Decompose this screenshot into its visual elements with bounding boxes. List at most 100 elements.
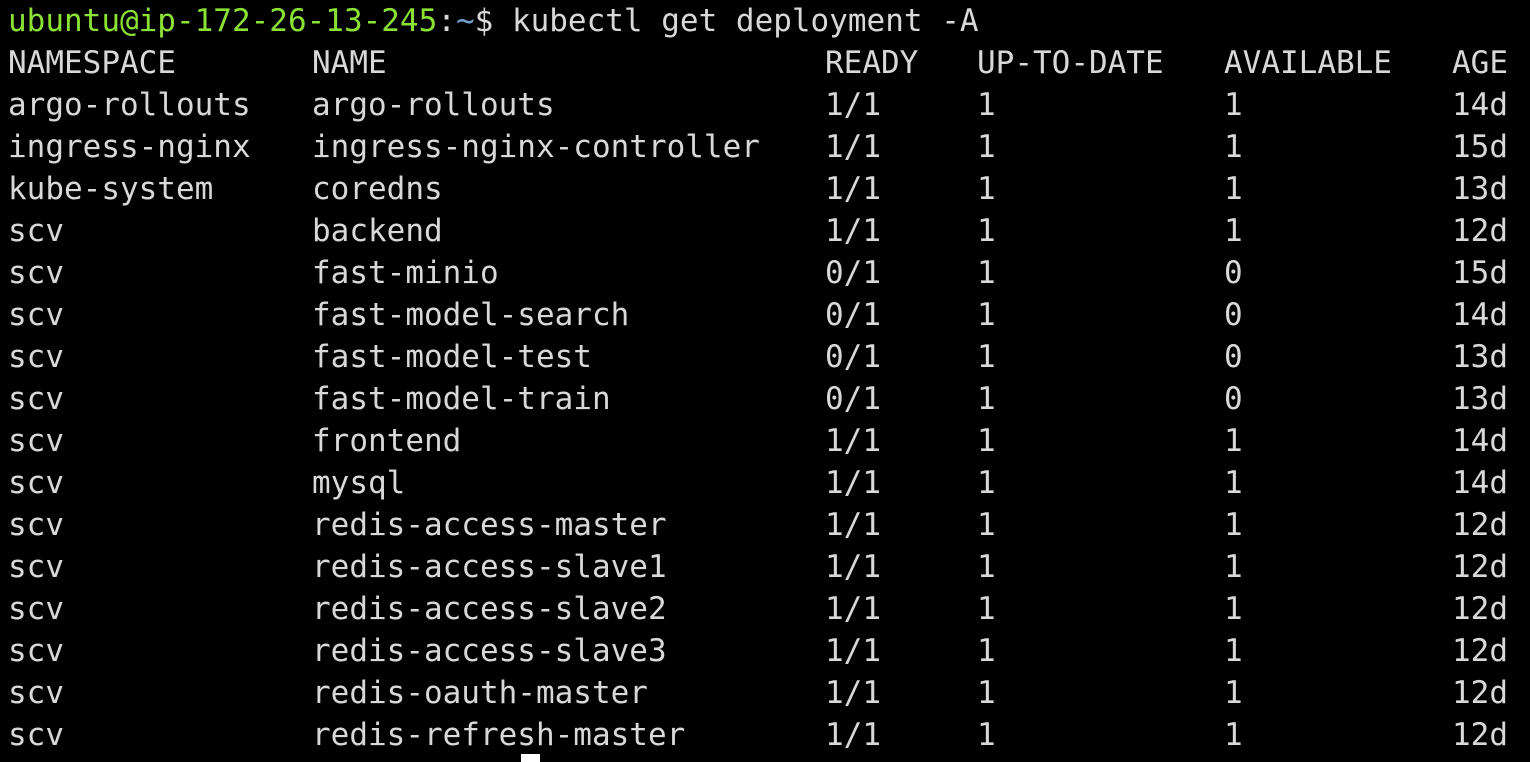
table-row: scv redis-refresh-master 1/1 1 1 12d — [0, 714, 1530, 756]
cell-namespace: kube-system — [8, 171, 214, 207]
cell-namespace: argo-rollouts — [8, 87, 251, 123]
cell-available: 1 — [1224, 549, 1243, 585]
cell-available: 1 — [1224, 633, 1243, 669]
cell-age: 13d — [1452, 339, 1508, 375]
cell-age: 12d — [1452, 675, 1508, 711]
cell-namespace: ingress-nginx — [8, 129, 251, 165]
cell-age: 12d — [1452, 633, 1508, 669]
cell-name: redis-refresh-master — [312, 717, 686, 753]
cell-up-to-date: 1 — [977, 465, 996, 501]
cell-age: 15d — [1452, 129, 1508, 165]
table-header-row: NAMESPACE NAME READY UP-TO-DATE AVAILABL… — [0, 42, 1530, 84]
prompt-separator: : — [437, 3, 456, 39]
header-available: AVAILABLE — [1224, 45, 1392, 81]
cell-name: fast-model-train — [312, 381, 611, 417]
terminal-cursor — [521, 754, 540, 762]
cell-up-to-date: 1 — [977, 297, 996, 333]
cell-up-to-date: 1 — [977, 633, 996, 669]
cell-age: 12d — [1452, 591, 1508, 627]
cell-ready: 1/1 — [825, 87, 881, 123]
cell-up-to-date: 1 — [977, 87, 996, 123]
table-row: scv backend 1/1 1 1 12d — [0, 210, 1530, 252]
cell-up-to-date: 1 — [977, 507, 996, 543]
table-row: scv redis-access-master 1/1 1 1 12d — [0, 504, 1530, 546]
cell-namespace: scv — [8, 213, 64, 249]
table-row: scv redis-access-slave3 1/1 1 1 12d — [0, 630, 1530, 672]
cell-namespace: scv — [8, 339, 64, 375]
cell-up-to-date: 1 — [977, 423, 996, 459]
cell-available: 0 — [1224, 381, 1243, 417]
table-row: scv frontend 1/1 1 1 14d — [0, 420, 1530, 462]
table-row: scv fast-model-train 0/1 1 0 13d — [0, 378, 1530, 420]
cell-name: redis-oauth-master — [312, 675, 648, 711]
table-row: scv fast-minio 0/1 1 0 15d — [0, 252, 1530, 294]
terminal-window[interactable]: ubuntu@ip-172-26-13-245:~$ kubectl get d… — [0, 0, 1530, 762]
cell-name: redis-access-slave1 — [312, 549, 667, 585]
table-row: scv redis-access-slave1 1/1 1 1 12d — [0, 546, 1530, 588]
cell-ready: 0/1 — [825, 255, 881, 291]
cell-name: redis-access-slave3 — [312, 633, 667, 669]
cell-age: 14d — [1452, 87, 1508, 123]
cell-age: 14d — [1452, 423, 1508, 459]
cell-available: 1 — [1224, 591, 1243, 627]
cell-age: 13d — [1452, 381, 1508, 417]
cell-namespace: scv — [8, 423, 64, 459]
cell-namespace: scv — [8, 255, 64, 291]
cell-available: 1 — [1224, 675, 1243, 711]
cell-name: redis-access-master — [312, 507, 667, 543]
header-namespace: NAMESPACE — [8, 45, 176, 81]
cell-name: mysql — [312, 465, 406, 501]
cell-available: 1 — [1224, 213, 1243, 249]
cell-up-to-date: 1 — [977, 549, 996, 585]
cell-up-to-date: 1 — [977, 171, 996, 207]
cell-name: argo-rollouts — [312, 87, 555, 123]
cell-available: 0 — [1224, 297, 1243, 333]
table-row: argo-rollouts argo-rollouts 1/1 1 1 14d — [0, 84, 1530, 126]
cell-namespace: scv — [8, 591, 64, 627]
cell-available: 0 — [1224, 339, 1243, 375]
cell-available: 1 — [1224, 87, 1243, 123]
cell-namespace: scv — [8, 381, 64, 417]
cell-ready: 1/1 — [825, 213, 881, 249]
cell-ready: 1/1 — [825, 717, 881, 753]
cell-ready: 0/1 — [825, 339, 881, 375]
cell-available: 1 — [1224, 171, 1243, 207]
cell-name: ingress-nginx-controller — [312, 129, 760, 165]
cell-up-to-date: 1 — [977, 213, 996, 249]
cell-name: coredns — [312, 171, 443, 207]
cell-up-to-date: 1 — [977, 381, 996, 417]
cell-ready: 0/1 — [825, 297, 881, 333]
cell-up-to-date: 1 — [977, 717, 996, 753]
cell-namespace: scv — [8, 717, 64, 753]
cell-up-to-date: 1 — [977, 591, 996, 627]
cell-age: 12d — [1452, 507, 1508, 543]
table-row: kube-system coredns 1/1 1 1 13d — [0, 168, 1530, 210]
cell-namespace: scv — [8, 507, 64, 543]
cell-age: 14d — [1452, 465, 1508, 501]
cell-age: 15d — [1452, 255, 1508, 291]
cell-age: 12d — [1452, 213, 1508, 249]
cell-available: 1 — [1224, 129, 1243, 165]
cell-available: 1 — [1224, 507, 1243, 543]
table-row: scv fast-model-search 0/1 1 0 14d — [0, 294, 1530, 336]
command-text: kubectl get deployment -A — [511, 3, 979, 39]
cell-ready: 0/1 — [825, 381, 881, 417]
cell-age: 14d — [1452, 297, 1508, 333]
cell-name: fast-minio — [312, 255, 499, 291]
prompt-sigil: $ — [474, 3, 512, 39]
cell-ready: 1/1 — [825, 465, 881, 501]
prompt-path: ~ — [455, 3, 475, 39]
cell-up-to-date: 1 — [977, 339, 996, 375]
command-line: ubuntu@ip-172-26-13-245:~$ kubectl get d… — [8, 0, 979, 42]
cell-name: redis-access-slave2 — [312, 591, 667, 627]
table-row: scv fast-model-test 0/1 1 0 13d — [0, 336, 1530, 378]
cell-name: fast-model-test — [312, 339, 592, 375]
table-row: scv mysql 1/1 1 1 14d — [0, 462, 1530, 504]
cell-name: backend — [312, 213, 443, 249]
cell-age: 13d — [1452, 171, 1508, 207]
table-row: ingress-nginx ingress-nginx-controller 1/1… — [0, 126, 1530, 168]
cell-age: 12d — [1452, 717, 1508, 753]
cell-namespace: scv — [8, 633, 64, 669]
cell-namespace: scv — [8, 549, 64, 585]
cell-namespace: scv — [8, 465, 64, 501]
